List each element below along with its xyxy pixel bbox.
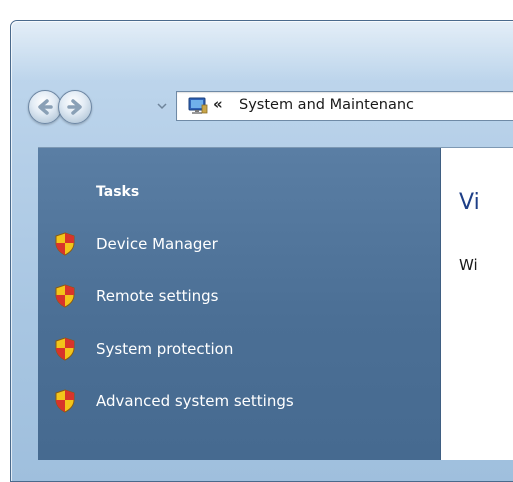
address-bar[interactable]: « System and Maintenanc xyxy=(176,91,513,121)
breadcrumb-separator[interactable]: « xyxy=(213,95,223,113)
uac-shield-icon xyxy=(55,284,75,308)
computer-monitor-icon xyxy=(188,97,208,114)
main-pane: Vi Wi xyxy=(441,148,513,460)
uac-shield-icon xyxy=(55,232,75,256)
sidebar-item-device-manager[interactable]: Device Manager xyxy=(54,231,218,257)
forward-button[interactable] xyxy=(58,90,92,124)
back-arrow-icon xyxy=(38,99,53,115)
content-area: Tasks Device Manager Remote settings Sys… xyxy=(38,147,513,460)
sidebar-item-label: Advanced system settings xyxy=(96,392,294,410)
breadcrumb[interactable]: System and Maintenanc xyxy=(239,97,414,113)
task-pane: Tasks Device Manager Remote settings Sys… xyxy=(38,148,441,460)
sidebar-item-remote-settings[interactable]: Remote settings xyxy=(54,283,218,309)
chevron-down-icon[interactable] xyxy=(157,100,167,112)
forward-arrow-icon xyxy=(67,99,82,115)
tasks-heading: Tasks xyxy=(96,184,140,200)
sidebar-item-label: Device Manager xyxy=(96,235,218,253)
main-text: Wi xyxy=(459,256,478,274)
sidebar-item-label: System protection xyxy=(96,340,234,358)
sidebar-item-advanced-system-settings[interactable]: Advanced system settings xyxy=(54,388,294,414)
back-button[interactable] xyxy=(28,90,62,124)
uac-shield-icon xyxy=(55,337,75,361)
sidebar-item-system-protection[interactable]: System protection xyxy=(54,336,233,362)
page-title: Vi xyxy=(459,190,480,215)
uac-shield-icon xyxy=(55,389,75,413)
sidebar-item-label: Remote settings xyxy=(96,287,219,305)
